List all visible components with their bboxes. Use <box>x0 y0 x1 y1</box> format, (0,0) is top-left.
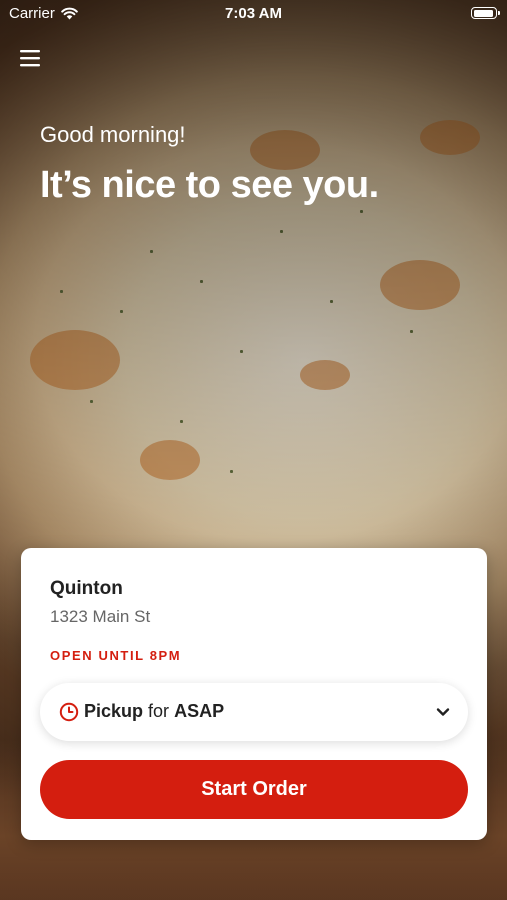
order-type-selector[interactable]: Pickup for ASAP <box>40 683 468 741</box>
order-time: ASAP <box>174 701 225 721</box>
order-type-label: Pickup for ASAP <box>84 701 224 722</box>
store-name: Quinton <box>50 578 123 599</box>
start-order-button[interactable]: Start Order <box>40 760 468 819</box>
order-mode: Pickup <box>84 701 144 721</box>
order-connector: for <box>148 701 170 721</box>
clock-time: 7:03 AM <box>225 5 282 22</box>
welcome-headline: It’s nice to see you. <box>40 164 379 206</box>
store-card: Quinton 1323 Main St OPEN UNTIL 8PM Pick… <box>21 548 487 840</box>
greeting-text: Good morning! <box>40 122 186 147</box>
clock-icon <box>59 702 79 722</box>
chevron-down-icon <box>436 708 450 716</box>
hamburger-menu-icon[interactable] <box>18 46 42 70</box>
status-bar: Carrier 7:03 AM <box>0 0 507 28</box>
battery-icon <box>471 7 500 19</box>
store-hours: OPEN UNTIL 8PM <box>50 648 182 663</box>
store-address: 1323 Main St <box>50 607 151 626</box>
